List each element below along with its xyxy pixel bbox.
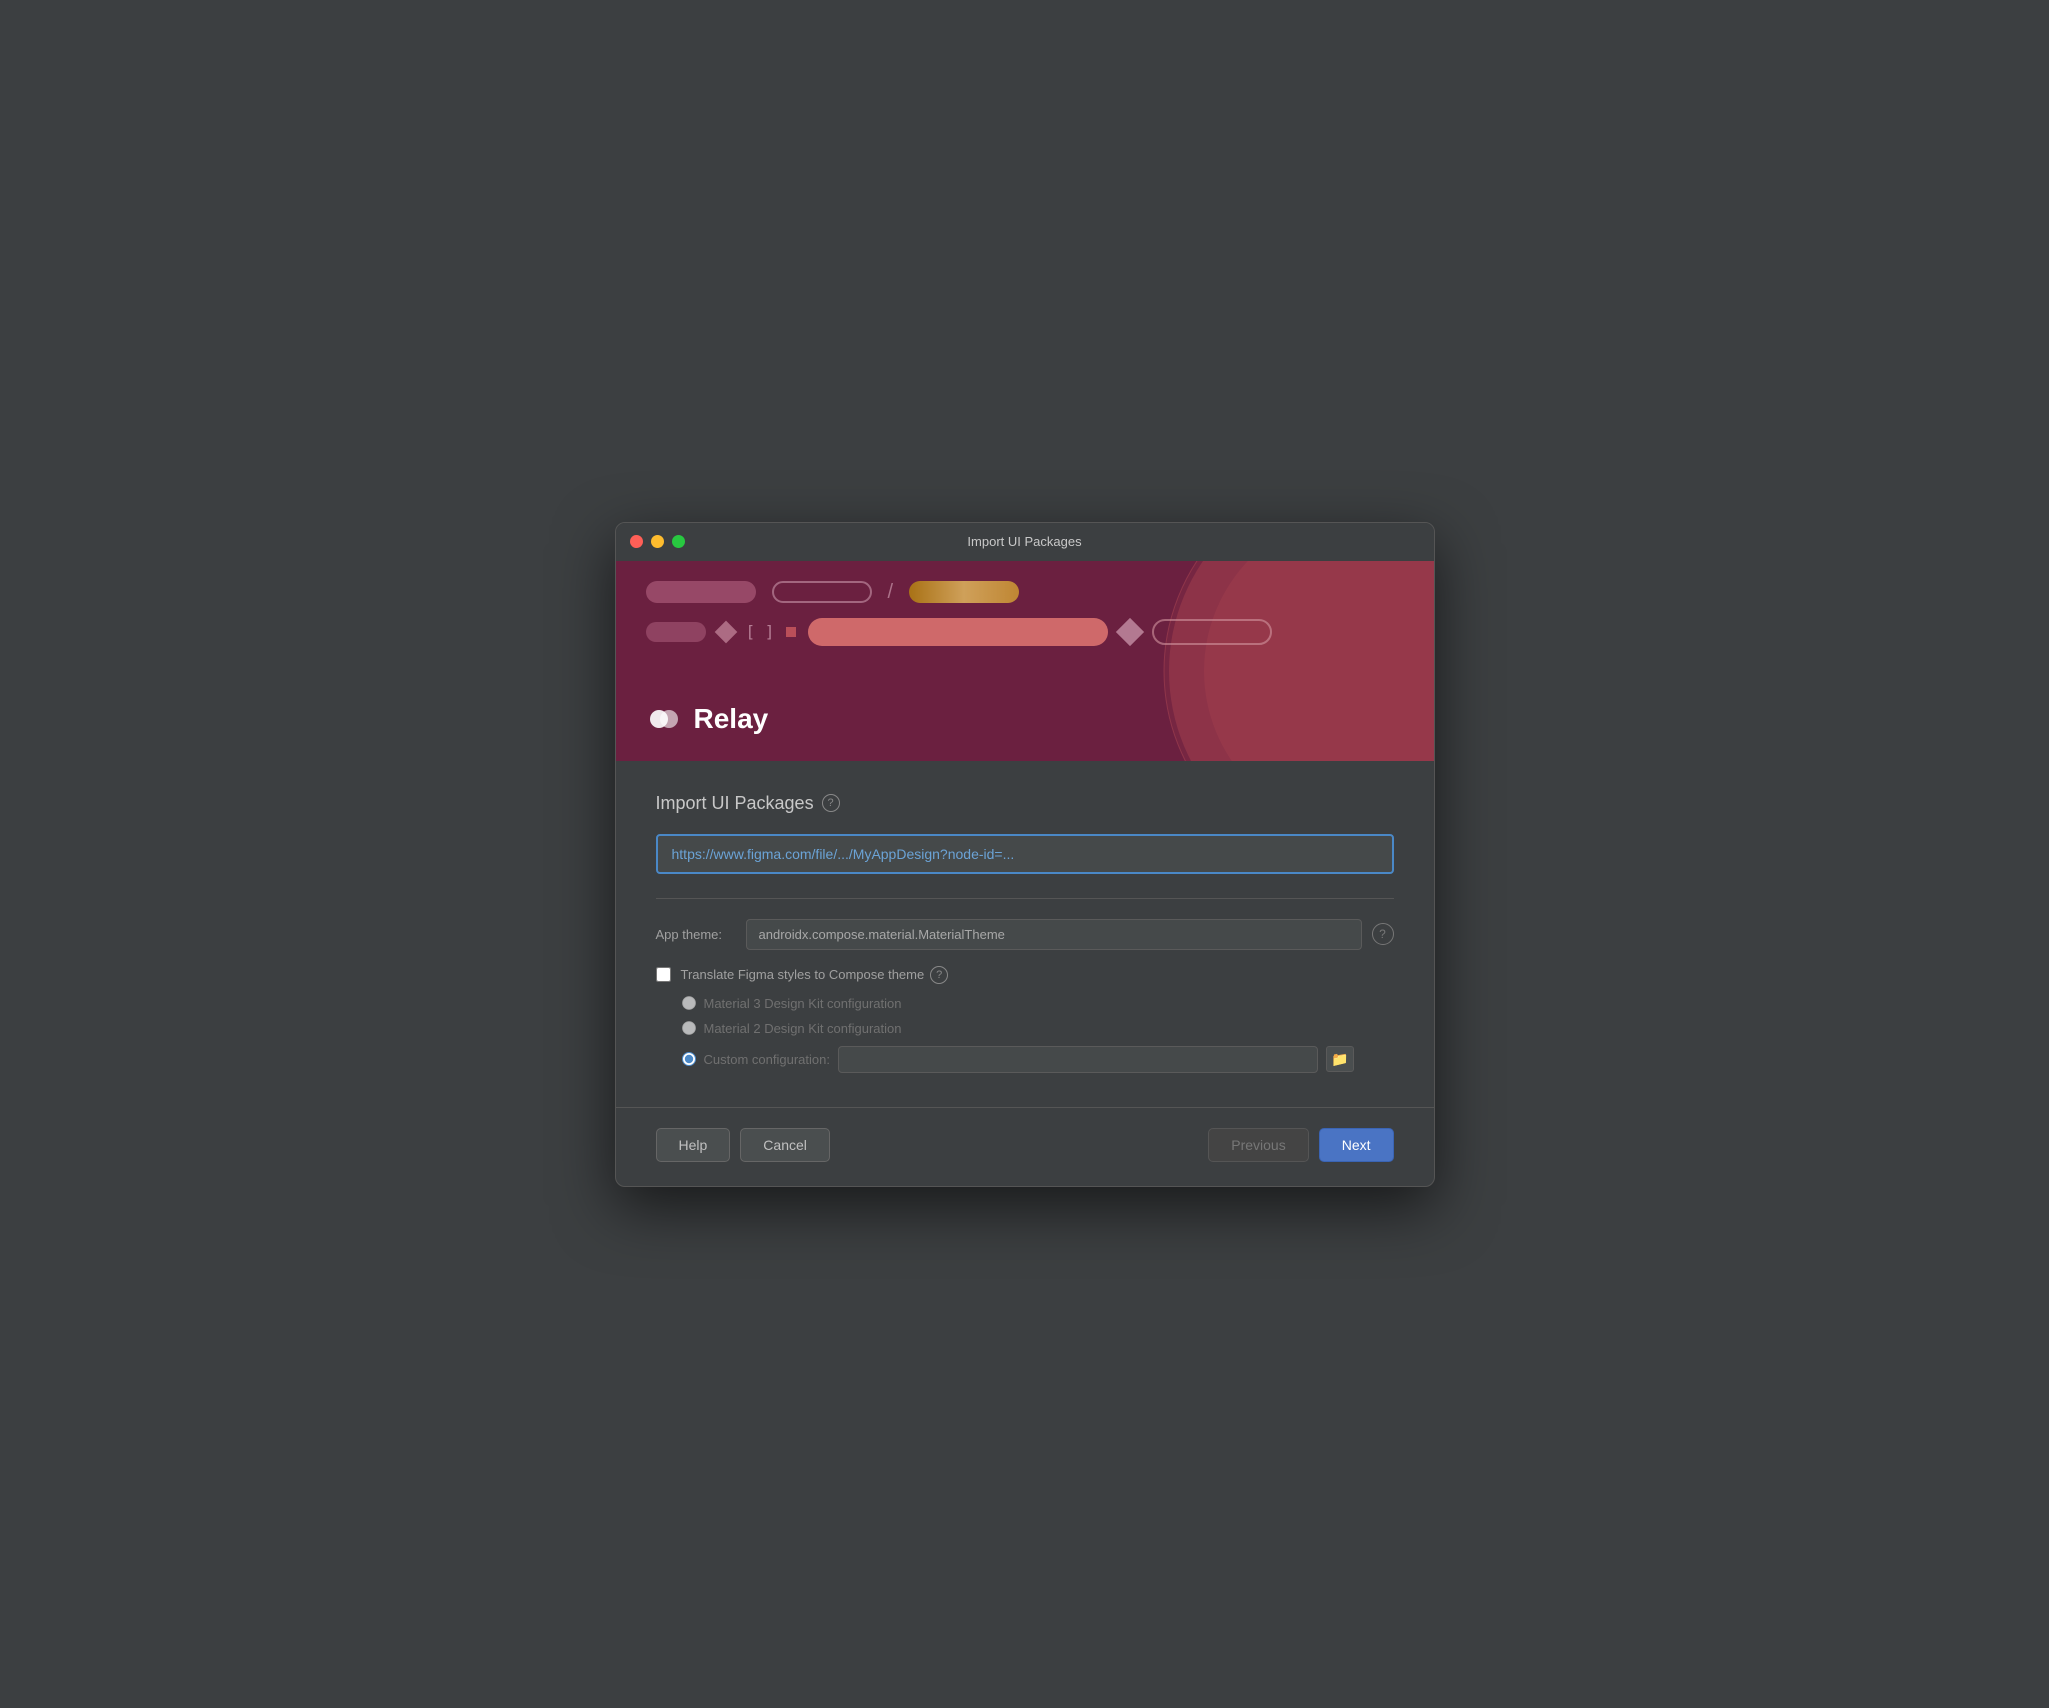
window-title: Import UI Packages [967,534,1081,549]
custom-config-input[interactable] [838,1046,1318,1073]
url-input-wrapper [656,834,1394,874]
close-button[interactable] [630,535,643,548]
deco-square [786,627,796,637]
footer-left-buttons: Help Cancel [656,1128,830,1162]
relay-logo: Relay [646,701,769,737]
deco-diamond-1 [714,620,737,643]
deco-pill-small [646,622,706,642]
app-theme-row: App theme: ? [656,919,1394,950]
folder-icon: 📁 [1331,1051,1348,1068]
relay-logo-icon [646,701,682,737]
translate-checkbox[interactable] [656,967,671,982]
app-theme-help-icon[interactable]: ? [1372,923,1394,945]
title-bar: Import UI Packages [616,523,1434,561]
translate-checkbox-row: Translate Figma styles to Compose theme … [656,966,1394,984]
maximize-button[interactable] [672,535,685,548]
radio-material2-label: Material 2 Design Kit configuration [704,1021,902,1036]
next-button[interactable]: Next [1319,1128,1394,1162]
cancel-button[interactable]: Cancel [740,1128,830,1162]
translate-label: Translate Figma styles to Compose theme … [681,966,949,984]
help-button[interactable]: Help [656,1128,731,1162]
relay-logo-text: Relay [694,703,769,735]
section-title-text: Import UI Packages [656,793,814,814]
section-title-row: Import UI Packages ? [656,793,1394,814]
deco-bracket: [ ] [746,622,775,641]
footer: Help Cancel Previous Next [616,1107,1434,1186]
section-help-icon[interactable]: ? [822,794,840,812]
previous-button[interactable]: Previous [1208,1128,1308,1162]
figma-url-input[interactable] [656,834,1394,874]
folder-browse-button[interactable]: 📁 [1326,1046,1354,1072]
app-theme-label: App theme: [656,927,746,942]
translate-help-icon[interactable]: ? [930,966,948,984]
radio-material3-label: Material 3 Design Kit configuration [704,996,902,1011]
hero-row1: / [646,581,1404,604]
deco-slash: / [888,581,894,604]
main-content: Import UI Packages ? App theme: ? Transl… [616,761,1434,1107]
radio-material3-row: Material 3 Design Kit configuration [682,996,1394,1011]
app-theme-input[interactable] [746,919,1362,950]
deco-pill-1 [646,581,756,603]
deco-pill-outline-2 [1152,619,1272,645]
divider [656,898,1394,899]
deco-diamond-2 [1116,617,1144,645]
app-window: Import UI Packages / [ ] [615,522,1435,1187]
hero-row2: [ ] [646,618,1404,646]
radio-material2[interactable] [682,1021,696,1035]
footer-right-buttons: Previous Next [1208,1128,1393,1162]
radio-material2-row: Material 2 Design Kit configuration [682,1021,1394,1036]
radio-material3[interactable] [682,996,696,1010]
window-controls [630,535,685,548]
radio-custom-label: Custom configuration: [704,1052,830,1067]
radio-group: Material 3 Design Kit configuration Mate… [656,996,1394,1073]
deco-pill-salmon [808,618,1108,646]
minimize-button[interactable] [651,535,664,548]
radio-custom-row: Custom configuration: 📁 [682,1046,1394,1073]
deco-pill-outline-1 [772,581,872,603]
hero-banner: / [ ] Relay [616,561,1434,761]
radio-custom[interactable] [682,1052,696,1066]
deco-pill-gradient [909,581,1019,603]
